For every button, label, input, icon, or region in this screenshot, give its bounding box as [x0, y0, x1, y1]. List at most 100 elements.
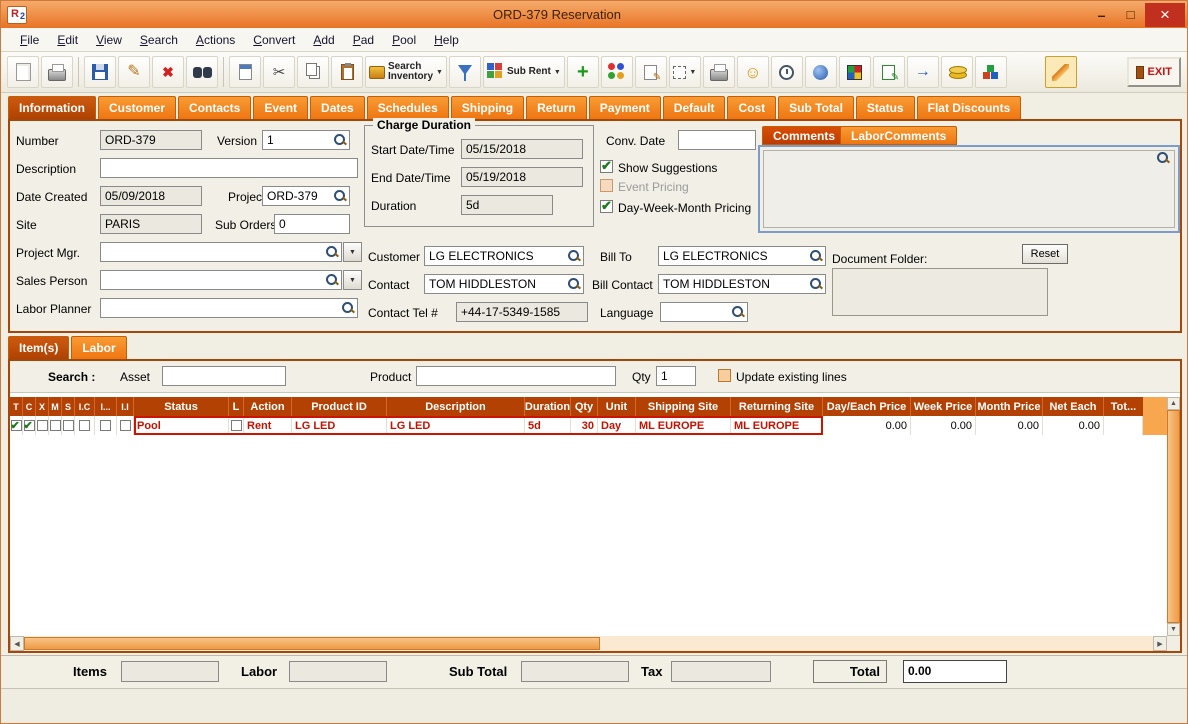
- tab-sub-total[interactable]: Sub Total: [778, 96, 854, 119]
- search-icon[interactable]: [809, 277, 823, 291]
- toolbar-save-button[interactable]: [84, 56, 116, 88]
- site-field[interactable]: PARIS: [100, 214, 202, 234]
- menu-edit[interactable]: Edit: [48, 30, 87, 50]
- col-header-action[interactable]: Action: [244, 397, 292, 416]
- customer-field[interactable]: LG ELECTRONICS: [424, 246, 584, 266]
- row-checkbox-ic[interactable]: [79, 420, 90, 431]
- row-checkbox-s[interactable]: [62, 420, 74, 431]
- menu-add[interactable]: Add: [304, 30, 343, 50]
- search-icon[interactable]: [809, 249, 823, 263]
- toolbar-group-button[interactable]: [600, 56, 633, 88]
- bill-contact-field[interactable]: TOM HIDDLESTON: [658, 274, 826, 294]
- tab-shipping[interactable]: Shipping: [450, 96, 525, 119]
- menu-pool[interactable]: Pool: [383, 30, 425, 50]
- sales-person-dropdown[interactable]: [343, 270, 362, 290]
- tab-return[interactable]: Return: [526, 96, 587, 119]
- cell-unit[interactable]: Day: [598, 416, 636, 435]
- search-inventory-button[interactable]: Search Inventory: [365, 56, 447, 88]
- document-folder-area[interactable]: [832, 268, 1048, 316]
- menu-actions[interactable]: Actions: [187, 30, 244, 50]
- toolbar-smiley-button[interactable]: ☺: [736, 56, 769, 88]
- tab-dates[interactable]: Dates: [310, 96, 365, 119]
- start-date-field[interactable]: 05/15/2018: [461, 139, 583, 159]
- toolbar-export-button[interactable]: →: [906, 56, 939, 88]
- description-field[interactable]: [100, 158, 358, 178]
- tab-default[interactable]: Default: [662, 96, 726, 119]
- col-header-week-price[interactable]: Week Price: [911, 397, 976, 416]
- cell-shipping-site[interactable]: ML EUROPE: [636, 416, 731, 435]
- col-header-day-each-price[interactable]: Day/Each Price: [823, 397, 911, 416]
- row-checkbox-c[interactable]: [23, 419, 35, 432]
- menu-pad[interactable]: Pad: [344, 30, 383, 50]
- cell-tot[interactable]: [1104, 416, 1143, 435]
- cell-week-price[interactable]: 0.00: [911, 416, 976, 435]
- sub-rent-button[interactable]: Sub Rent: [482, 56, 565, 88]
- close-button[interactable]: [1145, 2, 1185, 27]
- scroll-left-arrow-icon[interactable]: [10, 636, 24, 651]
- menu-view[interactable]: View: [87, 30, 131, 50]
- tab-payment[interactable]: Payment: [588, 96, 661, 119]
- toolbar-funnel-button[interactable]: [448, 56, 481, 88]
- row-checkbox-t[interactable]: [10, 419, 22, 432]
- tab-cost[interactable]: Cost: [727, 96, 777, 119]
- table-row[interactable]: Pool Rent LG LED LG LED 5d 30 Day ML EUR…: [10, 416, 1168, 435]
- contact-field[interactable]: TOM HIDDLESTON: [424, 274, 584, 294]
- row-checkbox-ii[interactable]: [119, 420, 131, 431]
- tab-customer[interactable]: Customer: [98, 96, 177, 119]
- col-header-product-id[interactable]: Product ID: [292, 397, 387, 416]
- search-icon[interactable]: [333, 189, 347, 203]
- scroll-right-arrow-icon[interactable]: [1153, 636, 1167, 651]
- scroll-up-arrow-icon[interactable]: [1167, 397, 1180, 410]
- labor-planner-field[interactable]: [100, 298, 358, 318]
- tab-schedules[interactable]: Schedules: [366, 96, 449, 119]
- menu-search[interactable]: Search: [131, 30, 187, 50]
- maximize-button[interactable]: [1116, 4, 1145, 26]
- toolbar-print-button[interactable]: [41, 56, 73, 88]
- col-header-returning-site[interactable]: Returning Site: [731, 397, 823, 416]
- tab-comments[interactable]: Comments: [762, 126, 847, 145]
- search-icon[interactable]: [567, 249, 581, 263]
- col-header-description[interactable]: Description: [387, 397, 525, 416]
- project-mgr-dropdown[interactable]: [343, 242, 362, 262]
- cell-action[interactable]: Rent: [244, 416, 292, 435]
- tab-contacts[interactable]: Contacts: [178, 96, 252, 119]
- toolbar-add-button[interactable]: +: [566, 56, 599, 88]
- end-date-field[interactable]: 05/19/2018: [461, 167, 583, 187]
- horizontal-scroll-thumb[interactable]: [24, 637, 600, 650]
- menu-convert[interactable]: Convert: [244, 30, 304, 50]
- col-header-tot[interactable]: Tot...: [1104, 397, 1143, 416]
- col-header-m[interactable]: M: [49, 397, 62, 416]
- search-icon[interactable]: [333, 133, 347, 147]
- col-header-idots[interactable]: I...: [95, 397, 117, 416]
- tab-status[interactable]: Status: [855, 96, 915, 119]
- tab-labor-comments[interactable]: LaborComments: [840, 126, 958, 145]
- col-header-month-price[interactable]: Month Price: [976, 397, 1043, 416]
- toolbar-notes-button[interactable]: [634, 56, 667, 88]
- toolbar-edit-notes-button[interactable]: [872, 56, 905, 88]
- cell-returning-site[interactable]: ML EUROPE: [731, 416, 823, 435]
- asset-input[interactable]: [162, 366, 286, 386]
- toolbar-paste-button[interactable]: [331, 56, 363, 88]
- toolbar-money-button[interactable]: [940, 56, 973, 88]
- toolbar-copy-button[interactable]: [297, 56, 329, 88]
- row-checkbox-x[interactable]: [36, 420, 48, 431]
- search-icon[interactable]: [731, 305, 745, 319]
- show-suggestions-checkbox[interactable]: [600, 158, 613, 174]
- col-header-l[interactable]: L: [229, 397, 244, 416]
- tab-information[interactable]: Information: [8, 96, 96, 119]
- qty-input[interactable]: 1: [656, 366, 696, 386]
- tab-event[interactable]: Event: [253, 96, 309, 119]
- col-header-status[interactable]: Status: [134, 397, 229, 416]
- col-header-c[interactable]: C: [23, 397, 36, 416]
- col-header-ic[interactable]: I.C: [75, 397, 95, 416]
- dwm-pricing-checkbox[interactable]: [600, 198, 613, 214]
- horizontal-scroll-track[interactable]: [600, 636, 1153, 651]
- row-checkbox-idots[interactable]: [100, 420, 111, 431]
- contact-tel-field[interactable]: +44-17-5349-1585: [456, 302, 588, 322]
- bill-to-field[interactable]: LG ELECTRONICS: [658, 246, 826, 266]
- cell-description[interactable]: LG LED: [387, 416, 525, 435]
- project-mgr-field[interactable]: [100, 242, 342, 262]
- toolbar-view-button[interactable]: [186, 56, 218, 88]
- sub-orders-field[interactable]: 0: [274, 214, 350, 234]
- row-checkbox-m[interactable]: [49, 420, 61, 431]
